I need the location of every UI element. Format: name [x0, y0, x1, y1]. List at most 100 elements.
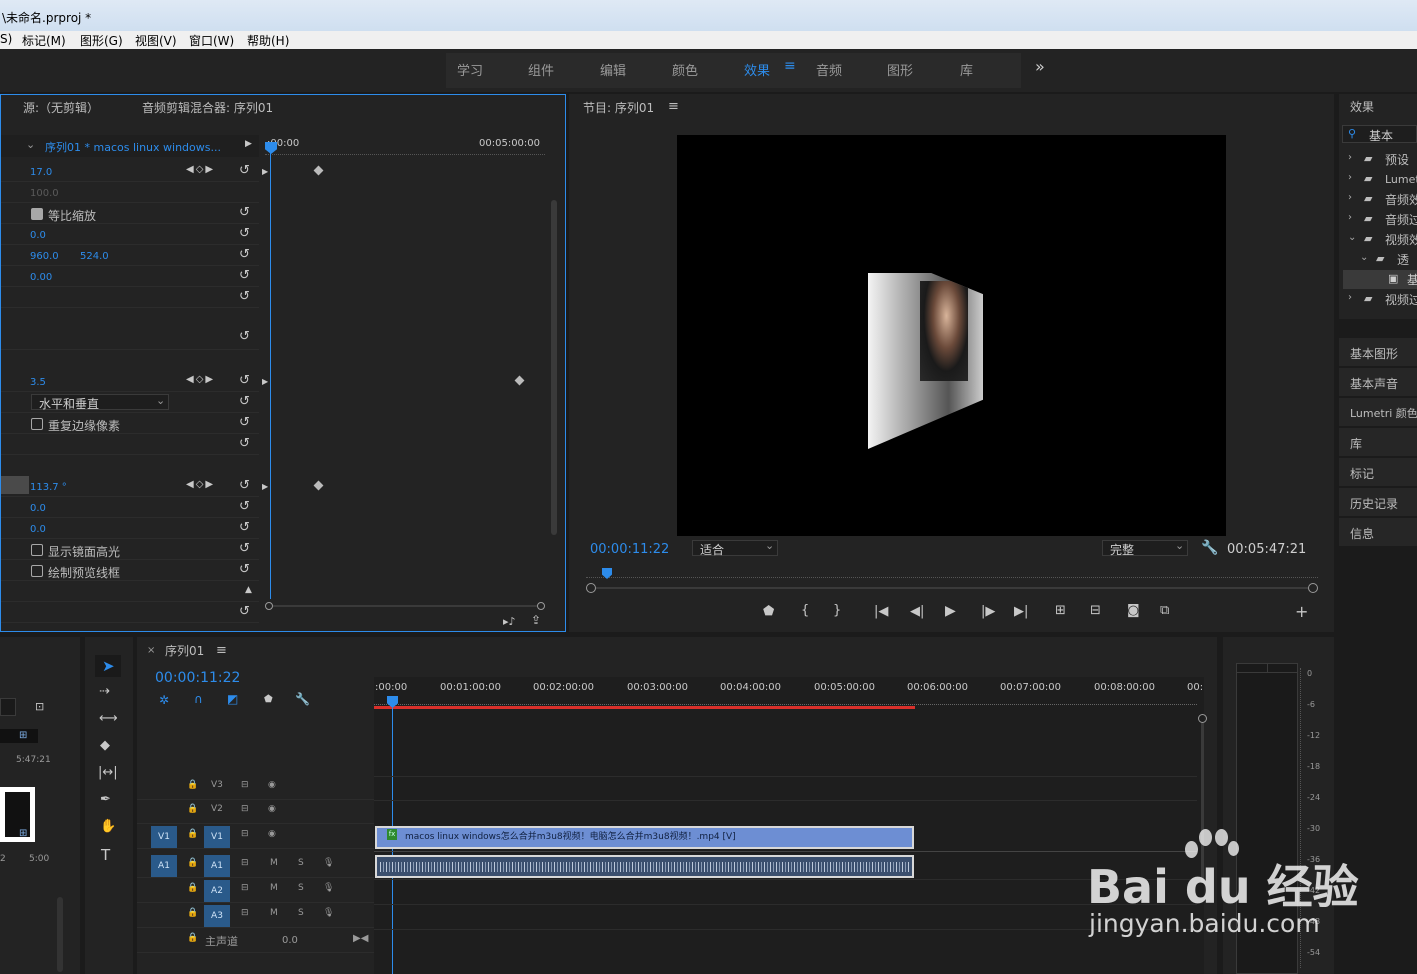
reset-icon[interactable]: ↺	[239, 268, 250, 283]
panel-essential-sound[interactable]: 基本声音	[1339, 368, 1417, 397]
more-workspaces-icon[interactable]: »	[1035, 57, 1045, 76]
audio-icon[interactable]: ▸♪	[503, 615, 516, 628]
eye-icon[interactable]: ◉	[268, 829, 276, 839]
mute-button[interactable]: M	[270, 883, 278, 893]
reset-icon[interactable]: ↺	[239, 415, 250, 430]
type-tool-icon[interactable]: T	[101, 846, 110, 864]
checkbox-uniform-scale[interactable]	[31, 208, 43, 220]
vertical-scrollbar[interactable]	[551, 200, 557, 535]
project-search[interactable]	[0, 698, 16, 716]
param-value-y[interactable]: 524.0	[80, 251, 109, 262]
program-timecode[interactable]: 00:00:11:22	[590, 542, 669, 557]
solo-button[interactable]: S	[298, 883, 304, 893]
panel-essential-graphics[interactable]: 基本图形	[1339, 338, 1417, 367]
sync-lock-icon[interactable]: ⊟	[241, 780, 249, 790]
param-value[interactable]: 0.0	[30, 503, 46, 514]
panel-menu-icon[interactable]: ≡	[216, 643, 227, 658]
step-back-icon[interactable]: ◀|	[910, 604, 924, 619]
reset-icon[interactable]: ↺	[239, 289, 250, 304]
lock-icon[interactable]: 🔒	[187, 883, 198, 893]
horizontal-zoom-scrollbar[interactable]	[265, 602, 545, 610]
track-target-v1[interactable]: V1	[204, 826, 230, 848]
wrench-icon[interactable]: 🔧	[295, 692, 310, 706]
tree-item-basic-3d[interactable]: 基	[1407, 271, 1417, 288]
quality-dropdown[interactable]: 完整 ⌄	[1102, 539, 1188, 557]
reset-icon[interactable]: ↺	[239, 478, 250, 493]
play-icon[interactable]: ▶	[945, 603, 956, 619]
effects-title[interactable]: 效果	[1350, 98, 1374, 115]
tree-item-video-effects[interactable]: 视频效	[1385, 231, 1417, 248]
reset-icon[interactable]: ↺	[239, 499, 250, 514]
tree-item-lumetri[interactable]: Lumetri	[1385, 173, 1417, 186]
track-name[interactable]: V2	[211, 804, 223, 814]
chevron-down-icon[interactable]: ⌄	[26, 138, 35, 151]
audio-clip[interactable]	[375, 855, 914, 878]
sync-lock-icon[interactable]: ⊟	[241, 804, 249, 814]
mic-icon[interactable]: 🎙	[323, 883, 334, 893]
video-canvas[interactable]	[677, 135, 1226, 536]
source-patch-a1[interactable]: A1	[151, 855, 177, 877]
reset-icon[interactable]: ↺	[239, 604, 250, 619]
workspace-tab-color[interactable]: 颜色	[672, 60, 698, 79]
workspace-tab-graphics[interactable]: 图形	[887, 60, 913, 79]
workspace-tab-libraries[interactable]: 库	[960, 60, 973, 79]
timeline-timecode[interactable]: 00:00:11:22	[155, 670, 240, 686]
tab-source[interactable]: 源:（无剪辑）	[23, 99, 99, 116]
track-name[interactable]: V3	[211, 780, 223, 790]
scrubber-ruler[interactable]	[586, 568, 1318, 578]
param-value[interactable]: 0.00	[30, 272, 52, 283]
video-clip[interactable]: fx macos linux windows怎么合并m3u8视频！电脑怎么合并m…	[375, 826, 914, 849]
mute-button[interactable]: M	[270, 908, 278, 918]
sync-lock-icon[interactable]: ⊟	[241, 908, 249, 918]
reset-icon[interactable]: ↺	[239, 394, 250, 409]
lock-icon[interactable]: 🔒	[187, 858, 198, 868]
panel-menu-icon[interactable]: ≡	[668, 99, 679, 114]
export-icon[interactable]: ⇪	[531, 613, 541, 627]
add-button-icon[interactable]: +	[1295, 602, 1308, 621]
reset-icon[interactable]: ↺	[239, 436, 250, 451]
scroll-up-icon[interactable]: ▲	[245, 585, 252, 595]
mark-in-icon[interactable]: {	[801, 603, 809, 618]
workspace-menu-icon[interactable]: ≡	[784, 58, 796, 74]
param-value[interactable]: 0.0	[30, 524, 46, 535]
menu-item-graphics[interactable]: 图形(G)	[80, 32, 123, 49]
eye-icon[interactable]: ◉	[268, 804, 276, 814]
comparison-view-icon[interactable]: ⧉	[1160, 603, 1169, 618]
chevron-right-icon[interactable]: ›	[1348, 152, 1352, 163]
sync-lock-icon[interactable]: ⊟	[241, 858, 249, 868]
go-to-out-icon[interactable]: ▶|	[1014, 604, 1028, 619]
tree-selected-row[interactable]	[1343, 270, 1417, 289]
lock-icon[interactable]: 🔒	[187, 829, 198, 839]
panel-lumetri-color[interactable]: Lumetri 颜色	[1339, 398, 1417, 427]
effects-search[interactable]: ⚲ 基本	[1342, 125, 1417, 143]
panel-history[interactable]: 历史记录	[1339, 488, 1417, 517]
checkbox-specular[interactable]	[31, 544, 43, 556]
chevron-down-icon[interactable]: ⌄	[1360, 252, 1368, 263]
wrench-icon[interactable]: 🔧	[1201, 540, 1218, 556]
camera-icon[interactable]: ◙	[1127, 603, 1140, 618]
linked-selection-icon[interactable]: ◩	[227, 692, 238, 706]
razor-icon[interactable]: ◆	[100, 738, 110, 753]
panel-markers[interactable]: 标记	[1339, 458, 1417, 487]
param-value[interactable]: 3.5	[30, 377, 46, 388]
checkbox-repeat-edge[interactable]	[31, 418, 43, 430]
sync-lock-icon[interactable]: ⊟	[241, 829, 249, 839]
reset-icon[interactable]: ↺	[239, 562, 250, 577]
add-marker-icon[interactable]: ⬟	[264, 694, 273, 705]
workspace-tab-editing[interactable]: 编辑	[600, 60, 626, 79]
mic-icon[interactable]: 🎙	[323, 908, 334, 918]
chevron-right-icon[interactable]: ›	[1348, 212, 1352, 223]
param-value[interactable]: 0.0	[30, 230, 46, 241]
keyframe-diamond[interactable]	[313, 480, 324, 491]
reset-icon[interactable]: ↺	[239, 247, 250, 262]
menu-item-s[interactable]: S)	[0, 32, 12, 46]
new-bin-icon[interactable]: ⊡	[35, 700, 44, 713]
reset-icon[interactable]: ↺	[239, 520, 250, 535]
master-volume[interactable]: 0.0	[282, 935, 298, 946]
chevron-right-icon[interactable]: ›	[1348, 172, 1352, 183]
extract-icon[interactable]: ⊟	[1090, 603, 1101, 618]
menu-item-help[interactable]: 帮助(H)	[247, 32, 289, 49]
chevron-down-icon[interactable]: ⌄	[1348, 232, 1356, 243]
mute-button[interactable]: M	[270, 858, 278, 868]
track-target-a1[interactable]: A1	[204, 855, 230, 877]
